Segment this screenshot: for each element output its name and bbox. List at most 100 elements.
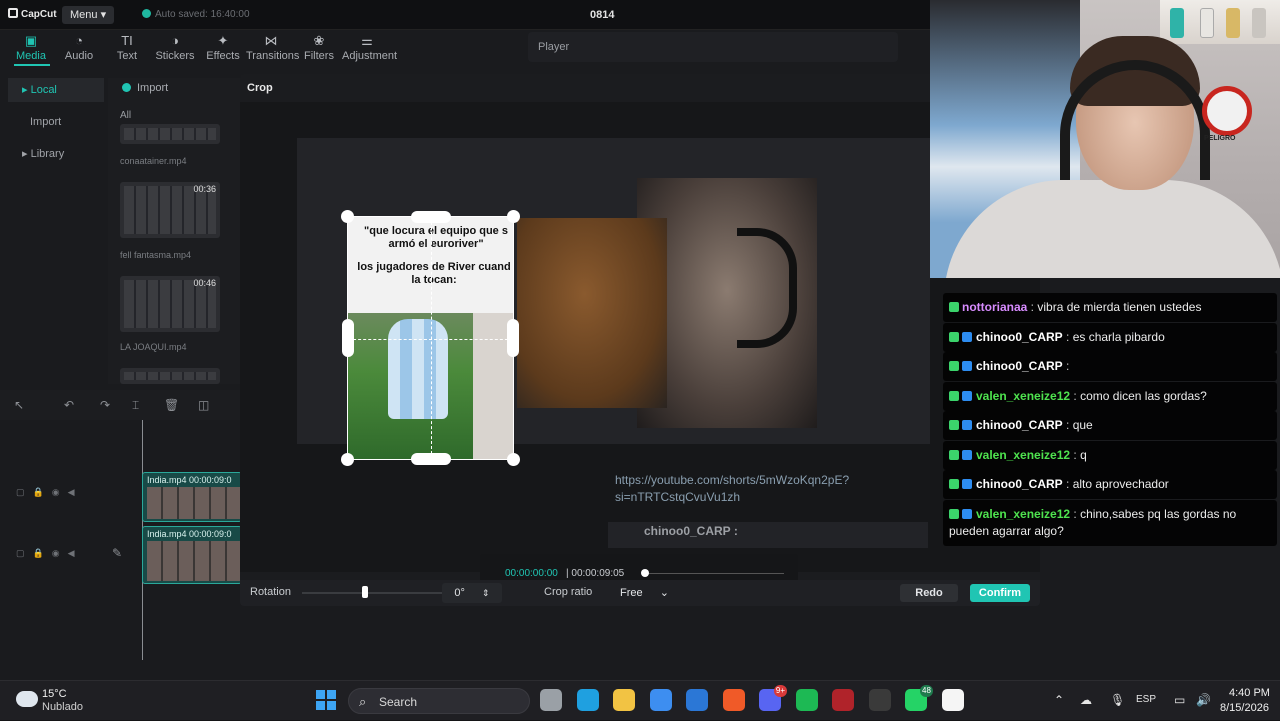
track-controls[interactable]: ▢🔒◉◀ — [16, 487, 82, 498]
whatsapp-icon[interactable]: 48 — [905, 685, 933, 711]
autosave-status: Auto saved: 16:40:00 — [142, 9, 250, 20]
tab-label: Text — [116, 50, 138, 62]
microphone-icon[interactable]: 🎙 — [1110, 693, 1125, 707]
tab-label: Adjustment — [342, 50, 398, 62]
crop-handle-bottom[interactable] — [411, 453, 451, 465]
weather-temp[interactable]: 15°C — [42, 688, 67, 700]
crop-ratio-select[interactable]: Free ⌄ — [620, 586, 669, 599]
chat-text: alto aprovechador — [1072, 477, 1169, 491]
brave-icon[interactable] — [722, 689, 745, 711]
task-view-icon[interactable] — [540, 689, 562, 711]
weather-desc[interactable]: Nublado — [42, 701, 83, 713]
scrub-track[interactable] — [644, 573, 784, 574]
frame-chat-user: chinoo0_CARP : — [644, 524, 738, 538]
tab-media[interactable]: ▣ Media — [6, 32, 56, 62]
volume-icon[interactable]: 🔊 — [1196, 693, 1211, 707]
chat-username[interactable]: valen_xeneize12 — [976, 448, 1070, 462]
import-button[interactable]: Import — [122, 82, 168, 94]
tab-filters[interactable]: ❀ Filters — [294, 32, 344, 62]
voicemeeter-icon[interactable] — [832, 689, 854, 711]
chat-username[interactable]: chinoo0_CARP — [976, 330, 1063, 344]
rotation-input[interactable]: 0° ⇕ — [442, 583, 502, 603]
tab-stickers[interactable]: ◑ Stickers — [150, 32, 200, 62]
crop-handle-bl[interactable] — [341, 453, 354, 466]
rotation-knob[interactable] — [362, 586, 368, 598]
crop-handle-br[interactable] — [507, 453, 520, 466]
capcut-icon[interactable] — [941, 689, 964, 711]
nav-import[interactable]: Import — [8, 110, 104, 134]
crop-selection[interactable]: "que locura el equipo que s armó el euro… — [341, 210, 520, 466]
badge-icon — [949, 302, 959, 312]
chat-message: chinoo0_CARP : alto aprovechador — [943, 470, 1277, 499]
file-explorer-icon[interactable] — [613, 689, 635, 711]
undo-icon[interactable]: ↶ — [64, 398, 74, 412]
input-language[interactable]: ESP — [1136, 694, 1156, 705]
tab-transitions[interactable]: ⋈ Transitions — [246, 32, 300, 62]
confirm-button[interactable]: Confirm — [970, 584, 1030, 602]
tab-effects[interactable]: ✦ Effects — [198, 32, 248, 62]
rotation-slider[interactable] — [302, 592, 452, 594]
media-name: conaatainer.mp4 — [120, 156, 187, 166]
select-icon[interactable]: ↖ — [14, 398, 24, 412]
dog — [517, 218, 667, 408]
chat-message: chinoo0_CARP : que — [943, 411, 1277, 440]
media-thumb[interactable] — [120, 124, 220, 144]
crop-handle-tr[interactable] — [507, 210, 520, 223]
display-icon[interactable]: ▭ — [1174, 693, 1185, 707]
timeline-clip[interactable]: India.mp4 00:00:09:0 — [142, 472, 242, 522]
subscriber-badge-icon — [962, 479, 972, 489]
edge-icon[interactable] — [576, 689, 599, 711]
crop-handle-tl[interactable] — [341, 210, 354, 223]
nav-local[interactable]: ▸ Local — [8, 78, 104, 102]
chat-username[interactable]: chinoo0_CARP — [976, 359, 1063, 373]
chat-separator: : — [1062, 359, 1070, 373]
tab-audio[interactable]: ◔ Audio — [54, 32, 104, 62]
crop-handle-top[interactable] — [411, 211, 451, 223]
chat-username[interactable]: valen_xeneize12 — [976, 507, 1070, 521]
chevron-up-icon[interactable]: ⌃ — [1054, 693, 1064, 707]
discord-icon[interactable]: 9+ — [759, 685, 787, 711]
clock-time[interactable]: 4:40 PM — [1229, 687, 1270, 699]
chat-text: es charla pibardo — [1072, 330, 1165, 344]
filter-all[interactable]: All — [120, 110, 131, 121]
crop-handle-left[interactable] — [342, 319, 354, 357]
timeline-clip[interactable]: India.mp4 00:00:09:0 — [142, 526, 242, 584]
media-thumb[interactable]: 00:36 — [120, 182, 220, 238]
crop-handle-right[interactable] — [507, 319, 519, 357]
delete-icon[interactable]: 🗑 — [164, 398, 179, 412]
stepper-icon[interactable]: ⇕ — [482, 588, 490, 598]
redo-button[interactable]: Redo — [900, 584, 958, 602]
clock-date[interactable]: 8/15/2026 — [1220, 702, 1269, 714]
freeze-icon[interactable]: ◫ — [198, 398, 209, 412]
tab-text[interactable]: TI Text — [102, 32, 152, 62]
scrub-knob[interactable] — [641, 569, 649, 577]
media-thumb[interactable] — [120, 368, 220, 384]
subscriber-badge-icon — [962, 361, 972, 371]
search-icon: ⌕ — [359, 694, 367, 709]
chat-text: vibra de mierda tienen ustedes — [1037, 300, 1202, 314]
media-thumb[interactable]: 00:46 — [120, 276, 220, 332]
nav-library[interactable]: ▸ Library — [8, 142, 104, 166]
mail-icon[interactable] — [686, 689, 708, 711]
chat-username[interactable]: chinoo0_CARP — [976, 418, 1063, 432]
store-icon[interactable] — [649, 689, 672, 711]
windows-start-icon[interactable] — [316, 690, 336, 710]
media-name: fell fantasma.mp4 — [120, 250, 192, 260]
taskbar-search[interactable]: ⌕ Search — [348, 688, 530, 714]
track-controls[interactable]: ▢🔒◉◀ — [16, 548, 82, 559]
tab-adjustment[interactable]: ⚌ Adjustment — [342, 32, 397, 62]
chat-username[interactable]: valen_xeneize12 — [976, 389, 1070, 403]
chat-username[interactable]: nottorianaa — [962, 300, 1027, 314]
spotify-icon[interactable] — [795, 689, 818, 711]
tab-label: Transitions — [246, 50, 300, 62]
chevron-down-icon: ⌄ — [659, 587, 669, 599]
menu-button[interactable]: Menu ▾ — [62, 6, 115, 24]
chat-username[interactable]: chinoo0_CARP — [976, 477, 1063, 491]
stream-chat: nottorianaa : vibra de mierda tienen ust… — [943, 293, 1280, 546]
cloud-icon[interactable] — [16, 691, 38, 707]
obs-icon[interactable] — [868, 689, 891, 711]
onedrive-icon[interactable]: ☁ — [1080, 693, 1092, 707]
split-icon[interactable]: ⌶ — [132, 398, 139, 413]
redo-icon[interactable]: ↷ — [100, 398, 110, 412]
edit-icon[interactable]: ✎ — [112, 546, 122, 560]
